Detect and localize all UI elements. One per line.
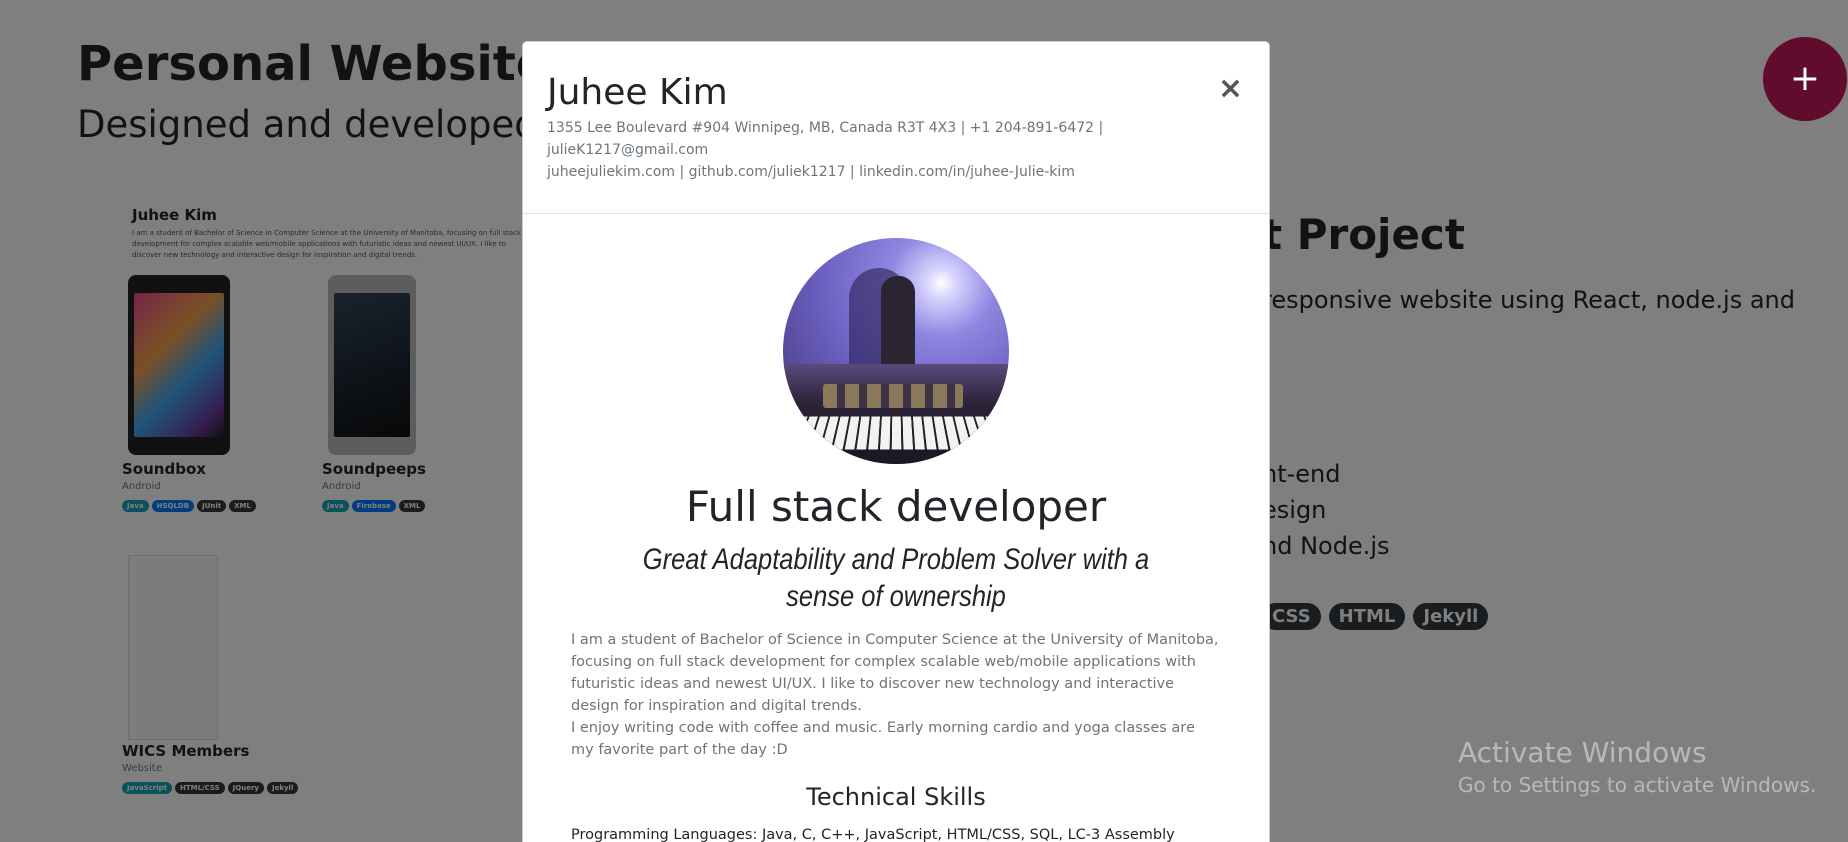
modal-header: Juhee Kim 1355 Lee Boulevard #904 Winnip… [523,42,1269,214]
photo-person [881,276,915,376]
modal-body: Full stack developer Great Adaptability … [523,214,1269,842]
contact-info: 1355 Lee Boulevard #904 Winnipeg, MB, Ca… [547,117,1245,183]
photo-gear [823,384,963,408]
role-heading: Full stack developer [685,482,1107,531]
skills-languages: Programming Languages: Java, C, C++, Jav… [571,827,1175,842]
bio-paragraph: I am a student of Bachelor of Science in… [571,632,1219,714]
tagline: Great Adaptability and Problem Solver wi… [642,543,1150,613]
modal-title: Juhee Kim [547,72,728,113]
bio: I am a student of Bachelor of Science in… [571,629,1221,761]
watermark-line2: Go to Settings to activate Windows. [1458,773,1817,797]
add-button[interactable]: + [1763,37,1847,121]
watermark-line1: Activate Windows [1458,736,1707,769]
windows-activation-watermark: Activate Windows Go to Settings to activ… [1458,736,1816,797]
skills-heading: Technical Skills [806,783,986,811]
plus-icon: + [1789,58,1821,99]
profile-photo [783,238,1009,464]
contact-line: juheejuliekim.com | github.com/juliek121… [547,164,1075,180]
photo-keyboard [786,416,1006,450]
contact-line: 1355 Lee Boulevard #904 Winnipeg, MB, Ca… [547,120,1104,158]
close-button[interactable]: × [1218,74,1243,104]
resume-modal: Juhee Kim 1355 Lee Boulevard #904 Winnip… [522,41,1270,842]
bio-paragraph: I enjoy writing code with coffee and mus… [571,720,1195,758]
